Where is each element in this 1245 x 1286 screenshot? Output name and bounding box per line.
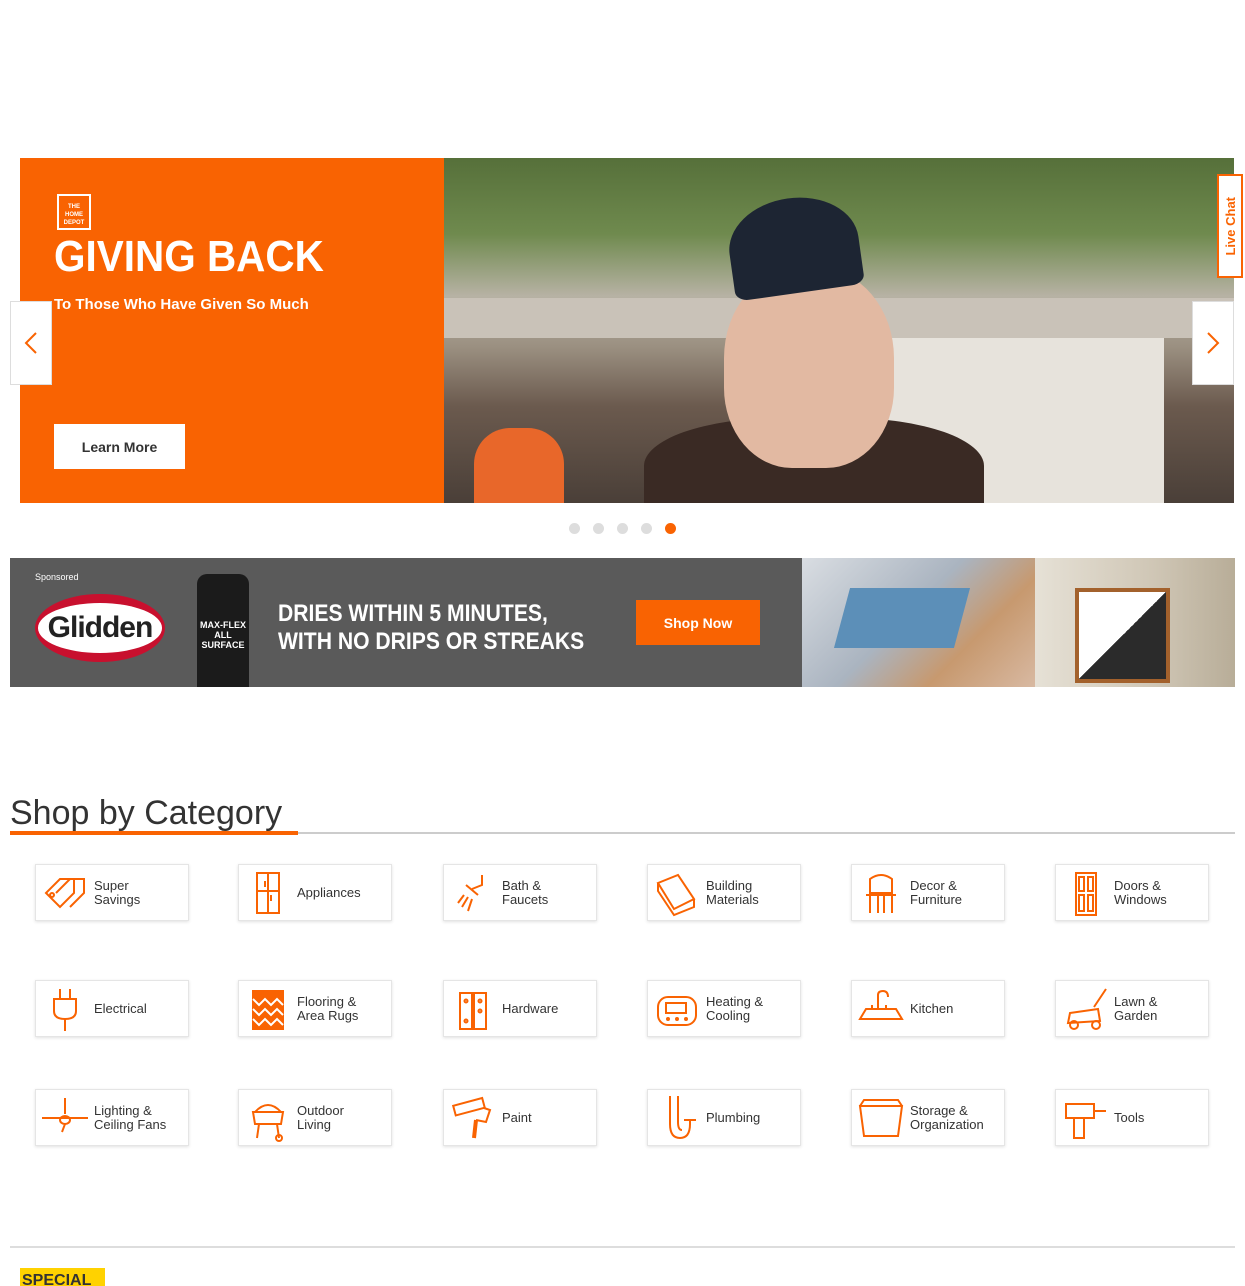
storage-bin-icon (852, 1093, 910, 1143)
hero-panel: THE HOME DEPOT GIVING BACK To Those Who … (20, 158, 444, 503)
category-tile[interactable]: Plumbing (647, 1089, 801, 1146)
home-depot-logo: THE HOME DEPOT (57, 194, 91, 230)
category-label: Super Savings (94, 877, 141, 907)
shower-icon (444, 868, 502, 918)
category-label: Bath & Faucets (502, 877, 549, 907)
tag-icon (36, 868, 94, 918)
glidden-logo: Glidden (35, 594, 165, 662)
category-tile[interactable]: Flooring & Area Rugs (238, 980, 392, 1037)
category-label: Building Materials (706, 877, 759, 907)
carousel-dot[interactable] (641, 523, 652, 534)
lawnmower-icon (1056, 984, 1114, 1034)
category-label: Plumbing (706, 1109, 761, 1125)
ad-image-painting (802, 558, 1035, 687)
section-divider (10, 1246, 1235, 1248)
shop-now-button[interactable]: Shop Now (636, 600, 760, 645)
carousel-dot[interactable] (617, 523, 628, 534)
category-label: Doors & Windows (1114, 877, 1167, 907)
category-tile[interactable]: Bath & Faucets (443, 864, 597, 921)
category-label: Heating & Cooling (706, 993, 764, 1023)
category-tile[interactable]: Heating & Cooling (647, 980, 801, 1037)
live-chat-label: Live Chat (1222, 196, 1238, 256)
chevron-right-icon (1207, 332, 1220, 354)
chair-icon (852, 868, 910, 918)
category-label: Appliances (297, 884, 361, 900)
ad-headline: DRIES WITHIN 5 MINUTES, WITH NO DRIPS OR… (278, 600, 585, 655)
carousel-prev-button[interactable] (10, 301, 52, 385)
category-label: Lighting & Ceiling Fans (94, 1102, 167, 1132)
category-label: Lawn & Garden (1114, 993, 1158, 1023)
category-tile[interactable]: Lawn & Garden (1055, 980, 1209, 1037)
sponsored-label: Sponsored (35, 572, 79, 582)
ad-image-tables (1035, 558, 1235, 687)
hinge-icon (444, 984, 502, 1034)
category-tile[interactable]: Doors & Windows (1055, 864, 1209, 921)
learn-more-button[interactable]: Learn More (54, 424, 185, 469)
paint-can-image: MAX-FLEX ALL SURFACE (197, 574, 249, 687)
category-tile[interactable]: Electrical (35, 980, 189, 1037)
lumber-icon (648, 868, 706, 918)
category-tile[interactable]: Lighting & Ceiling Fans (35, 1089, 189, 1146)
category-tile[interactable]: Hardware (443, 980, 597, 1037)
category-tile[interactable]: Building Materials (647, 864, 801, 921)
thermostat-icon (648, 984, 706, 1034)
category-tile[interactable]: Tools (1055, 1089, 1209, 1146)
category-label: Flooring & Area Rugs (297, 993, 359, 1023)
hero-carousel: THE HOME DEPOT GIVING BACK To Those Who … (20, 158, 1234, 503)
category-tile[interactable]: Outdoor Living (238, 1089, 392, 1146)
category-label: Tools (1114, 1109, 1145, 1125)
chevron-left-icon (24, 332, 37, 354)
paint-roller-icon (444, 1093, 502, 1143)
hero-image[interactable] (444, 158, 1234, 503)
special-badge: SPECIAL (20, 1268, 105, 1286)
category-tile[interactable]: Paint (443, 1089, 597, 1146)
carousel-next-button[interactable] (1192, 301, 1234, 385)
pipe-icon (648, 1093, 706, 1143)
category-label: Outdoor Living (297, 1102, 344, 1132)
section-title: Shop by Category (10, 794, 283, 832)
category-tile[interactable]: Appliances (238, 864, 392, 921)
carousel-dot[interactable] (593, 523, 604, 534)
drill-icon (1056, 1093, 1114, 1143)
category-label: Paint (502, 1109, 532, 1125)
hero-title: GIVING BACK (54, 232, 324, 281)
carousel-dots (569, 523, 676, 534)
category-label: Hardware (502, 1000, 559, 1016)
category-label: Electrical (94, 1000, 147, 1016)
ceiling-fan-icon (36, 1093, 94, 1143)
rug-icon (239, 984, 297, 1034)
carousel-dot[interactable] (569, 523, 580, 534)
category-tile[interactable]: Super Savings (35, 864, 189, 921)
category-tile[interactable]: Decor & Furniture (851, 864, 1005, 921)
carousel-dot-active[interactable] (665, 523, 676, 534)
category-label: Kitchen (910, 1000, 954, 1016)
category-tile[interactable]: Kitchen (851, 980, 1005, 1037)
door-icon (1056, 868, 1114, 918)
category-label: Decor & Furniture (910, 877, 963, 907)
section-divider-accent (10, 831, 298, 835)
hero-subtitle: To Those Who Have Given So Much (54, 296, 309, 313)
category-tile[interactable]: Storage & Organization (851, 1089, 1005, 1146)
grill-icon (239, 1093, 297, 1143)
plug-icon (36, 984, 94, 1034)
refrigerator-icon (239, 868, 297, 918)
sink-icon (852, 984, 910, 1034)
category-label: Storage & Organization (910, 1102, 984, 1132)
live-chat-button[interactable]: Live Chat (1217, 174, 1243, 278)
sponsored-banner[interactable]: Sponsored Glidden MAX-FLEX ALL SURFACE D… (10, 558, 1235, 687)
